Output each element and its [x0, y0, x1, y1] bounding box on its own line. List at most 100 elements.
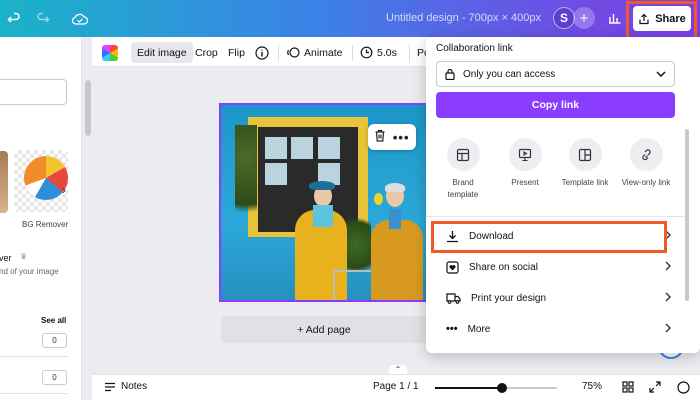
chevron-right-icon: [665, 322, 671, 336]
chevron-down-icon: [656, 69, 666, 80]
download-highlight-box: [431, 221, 667, 253]
template-link-icon: [568, 138, 602, 171]
element-floating-toolbar: •••: [368, 124, 416, 150]
photo-pane: [265, 163, 287, 185]
print-design-row[interactable]: Print your design: [436, 284, 675, 312]
bg-remover-label: BG Remover: [22, 220, 69, 229]
heart-icon: [446, 260, 459, 274]
crop-button[interactable]: Crop: [195, 42, 218, 63]
animate-button[interactable]: Animate: [287, 42, 343, 63]
photo-man-hair: [385, 183, 405, 192]
zoom-slider-fill: [435, 387, 503, 389]
trash-icon[interactable]: [374, 129, 386, 145]
duration-label: 5.0s: [377, 46, 397, 59]
add-page-button[interactable]: + Add page: [221, 316, 427, 343]
option-present[interactable]: Present: [494, 138, 556, 189]
divider: [278, 45, 279, 61]
divider: [0, 356, 68, 357]
share-menu: Collaboration link Only you can access C…: [426, 37, 700, 353]
more-label: More: [467, 323, 491, 335]
share-highlight-box: [626, 1, 697, 40]
more-options-icon[interactable]: •••: [393, 130, 410, 145]
app-thumbnail[interactable]: [0, 151, 8, 213]
zoom-level[interactable]: 75%: [582, 381, 602, 392]
grid-view-icon[interactable]: [622, 381, 634, 393]
print-design-label: Print your design: [471, 292, 547, 304]
fullscreen-icon[interactable]: [649, 381, 661, 393]
divider: [409, 45, 410, 61]
option-label: View-only link: [621, 178, 671, 187]
option-label: Brand template: [447, 178, 479, 199]
divider: [352, 45, 353, 61]
undo-icon[interactable]: [4, 9, 24, 29]
lock-icon: [445, 68, 455, 80]
access-value: Only you can access: [463, 68, 556, 80]
left-panel: › BG Remover ver ♛ nd of your image See …: [0, 37, 82, 400]
link-icon: [629, 138, 663, 171]
redo-icon[interactable]: [33, 9, 53, 29]
flip-button[interactable]: Flip: [228, 42, 245, 63]
present-icon: [508, 138, 542, 171]
animate-icon: [287, 47, 300, 58]
remover-description: nd of your image: [0, 267, 59, 276]
chevron-right-icon[interactable]: ›: [62, 183, 66, 197]
avatar[interactable]: S: [553, 7, 575, 29]
cloud-save-icon[interactable]: [70, 9, 90, 29]
edit-image-button[interactable]: Edit image: [131, 42, 193, 63]
number-field[interactable]: 0: [42, 370, 67, 385]
option-label: Present: [511, 178, 539, 187]
number-field[interactable]: 0: [42, 333, 67, 348]
zoom-slider-knob[interactable]: [497, 383, 508, 393]
timer-icon: [360, 46, 373, 59]
notes-label: Notes: [121, 381, 148, 392]
help-icon[interactable]: [677, 381, 690, 394]
more-row[interactable]: ••• More: [436, 315, 675, 343]
color-palette-icon: [102, 44, 118, 61]
photo-woman-hat: [309, 181, 335, 190]
brand-template-icon: [446, 138, 480, 171]
photo-man-shirt: [389, 209, 401, 229]
notes-icon: [105, 382, 115, 391]
info-icon[interactable]: [255, 42, 269, 63]
option-template-link[interactable]: Template link: [554, 138, 616, 189]
left-panel-scrollbar[interactable]: [85, 80, 91, 136]
copy-link-button[interactable]: Copy link: [436, 92, 675, 118]
design-title[interactable]: Untitled design - 700px × 400px: [386, 12, 541, 24]
animate-label: Animate: [304, 46, 343, 59]
photo-flower: [374, 193, 383, 205]
bg-remover-thumbnail[interactable]: [14, 150, 68, 212]
insights-icon[interactable]: [605, 8, 625, 28]
option-label: Template link: [561, 178, 609, 187]
bottom-bar: Notes Page 1 / 1 75%: [92, 374, 700, 400]
photo-pane: [318, 137, 340, 159]
photo-plant: [235, 125, 257, 235]
divider: [0, 393, 68, 394]
more-dots-icon: •••: [446, 323, 458, 335]
color-palette-button[interactable]: [102, 42, 118, 63]
see-all-link[interactable]: See all: [41, 316, 66, 325]
top-bar: Untitled design - 700px × 400px S + Shar…: [0, 0, 700, 37]
share-menu-scrollbar[interactable]: [685, 129, 689, 301]
access-select[interactable]: Only you can access: [436, 61, 675, 87]
remover-title: ver: [0, 253, 12, 263]
collaboration-link-heading: Collaboration link: [436, 43, 513, 54]
add-collaborator-button[interactable]: +: [573, 7, 595, 29]
share-on-social-label: Share on social: [469, 261, 538, 273]
search-input[interactable]: [0, 79, 67, 105]
photo-man: [371, 220, 423, 300]
photo-pane: [265, 137, 287, 159]
option-brand-template[interactable]: Brand template: [432, 138, 494, 201]
chevron-right-icon: [665, 260, 671, 274]
share-on-social-row[interactable]: Share on social: [436, 253, 675, 281]
zoom-slider[interactable]: [435, 383, 557, 393]
notes-button[interactable]: Notes: [104, 381, 147, 392]
option-view-only-link[interactable]: View-only link: [615, 138, 677, 189]
chevron-right-icon: [665, 291, 671, 305]
divider: [426, 216, 685, 217]
truck-icon: [446, 293, 461, 304]
duration-button[interactable]: 5.0s: [360, 42, 397, 63]
crown-icon: ♛: [20, 252, 28, 261]
photo-scarf: [313, 205, 333, 227]
page-indicator[interactable]: Page 1 / 1: [373, 381, 419, 392]
photo-pane: [291, 137, 313, 159]
